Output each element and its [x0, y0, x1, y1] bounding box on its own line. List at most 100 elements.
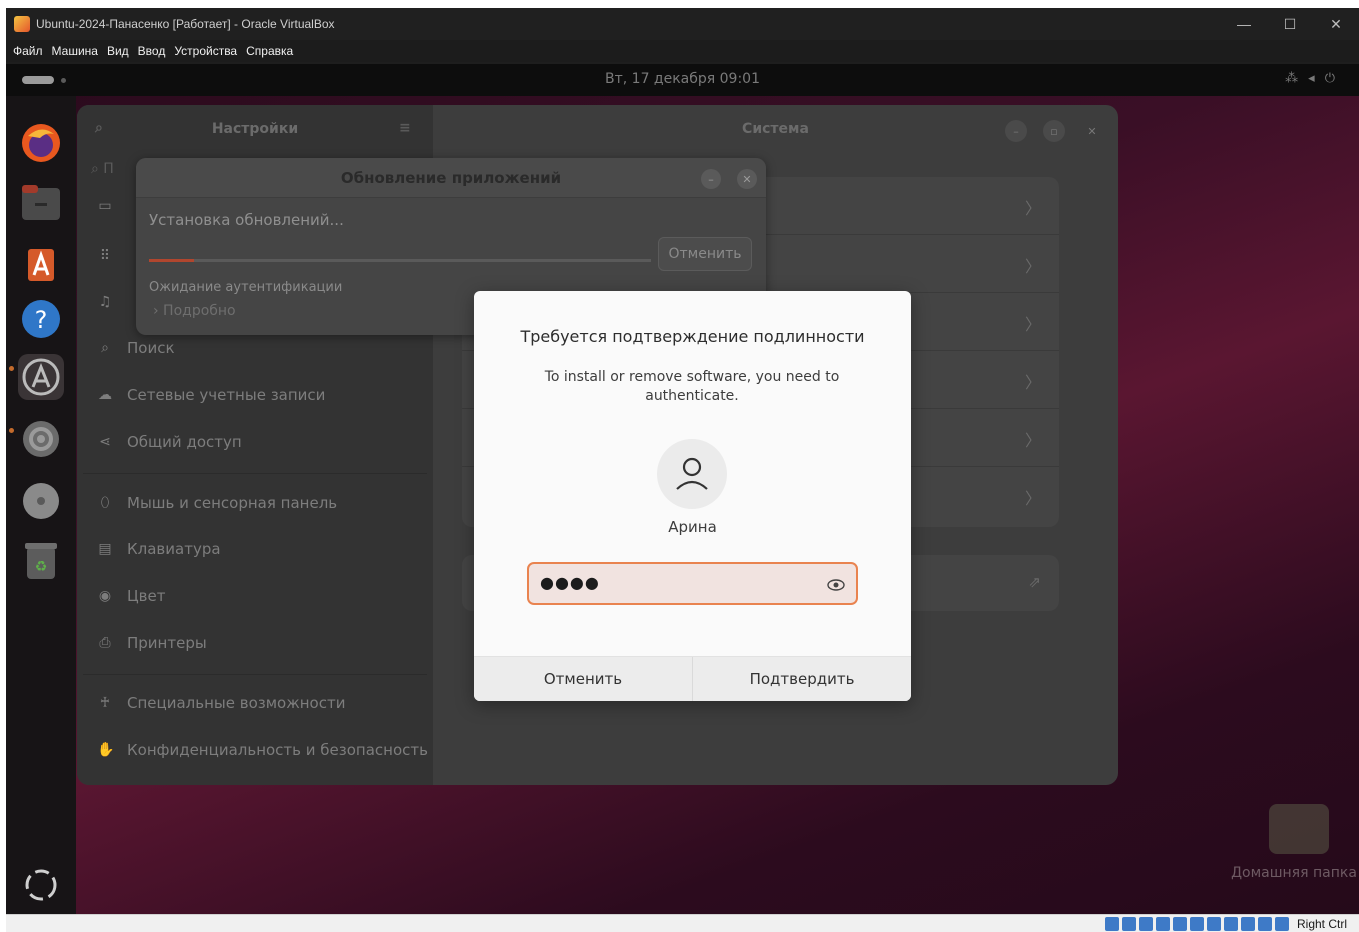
optical-drive-icon[interactable] — [1122, 917, 1136, 931]
sidebar-item-search[interactable]: ⌕ Поиск — [97, 336, 175, 360]
sidebar-item-keyboard[interactable]: ▤ Клавиатура — [97, 537, 220, 561]
show-password-icon[interactable] — [826, 575, 846, 595]
cloud-icon: ☁ — [98, 387, 112, 403]
hamburger-menu-icon[interactable]: ≡ — [399, 120, 411, 136]
app-center-icon[interactable] — [18, 240, 64, 286]
display-icon[interactable] — [1207, 917, 1221, 931]
share-icon: ⋖ — [99, 434, 111, 450]
password-input[interactable]: ●●●● — [540, 573, 600, 592]
volume-icon: ◂ — [1308, 71, 1325, 86]
system-tray[interactable]: ⁂◂⏻ — [1285, 71, 1345, 86]
menu-machine[interactable]: Машина — [52, 44, 98, 58]
search-field[interactable]: ⌕ П — [91, 161, 114, 177]
auth-dialog: Требуется подтверждение подлинности To i… — [474, 291, 911, 701]
sidebar-item-label: Поиск — [127, 339, 175, 357]
sidebar-item-mouse[interactable]: ⬯ Мышь и сенсорная панель — [97, 491, 338, 515]
menu-input[interactable]: Ввод — [138, 44, 166, 58]
disc-icon[interactable] — [18, 478, 64, 524]
close-icon[interactable]: ✕ — [1313, 8, 1359, 40]
trash-icon[interactable]: ♻ — [18, 538, 64, 584]
virtualbox-icon — [14, 16, 30, 32]
guest-screen: Вт, 17 декабря 09:01 ⁂◂⏻ ? ♻ Домашняя па… — [6, 64, 1359, 914]
home-folder-label[interactable]: Домашняя папка — [1229, 865, 1359, 881]
clock[interactable]: Вт, 17 декабря 09:01 — [6, 71, 1359, 87]
sidebar-item-label: Специальные возможности — [127, 694, 346, 712]
sidebar-item-label: Принтеры — [127, 634, 207, 652]
audio-icon[interactable] — [1139, 917, 1153, 931]
update-step-label: Установка обновлений... — [149, 211, 344, 229]
update-progress-bar — [149, 259, 651, 262]
search-icon: ⌕ — [101, 340, 109, 356]
auth-cancel-button[interactable]: Отменить — [474, 657, 692, 701]
update-cancel-button[interactable]: Отменить — [658, 237, 752, 271]
home-folder-icon[interactable] — [1269, 804, 1329, 854]
sidebar-item-label: Цвет — [127, 587, 166, 605]
maximize-icon[interactable]: ☐ — [1267, 8, 1313, 40]
cpu-icon[interactable] — [1241, 917, 1255, 931]
update-dialog-title: Обновление приложений — [340, 169, 562, 187]
chevron-right-icon: 〉 — [1024, 257, 1041, 276]
network-icon[interactable] — [1156, 917, 1170, 931]
vbox-title-bar: Ubuntu-2024-Панасенко [Работает] - Oracl… — [6, 8, 1359, 40]
network-icon: ⁂ — [1285, 71, 1309, 86]
files-icon[interactable] — [18, 180, 64, 226]
menu-devices[interactable]: Устройства — [174, 44, 237, 58]
menu-help[interactable]: Справка — [246, 44, 293, 58]
svg-text:♻: ♻ — [35, 559, 48, 575]
sidebar-item-color[interactable]: ◉ Цвет — [97, 584, 166, 608]
close-icon[interactable]: ✕ — [737, 169, 757, 189]
menu-file[interactable]: Файл — [13, 44, 43, 58]
sidebar-item-accessibility[interactable]: ♰ Специальные возможности — [97, 691, 346, 715]
sidebar-header: ⌕ Настройки ≡ — [77, 105, 433, 155]
shared-folders-icon[interactable] — [1190, 917, 1204, 931]
auth-button-row: Отменить Подтвердить — [474, 656, 911, 701]
vbox-status-icons — [1105, 917, 1289, 931]
user-icon — [676, 457, 708, 490]
help-icon[interactable]: ? — [18, 296, 64, 342]
running-indicator — [9, 366, 14, 371]
minimize-icon[interactable]: – — [1005, 120, 1027, 142]
sidebar-item-apps[interactable]: ⠿ — [97, 244, 127, 268]
sidebar-item-label: Конфиденциальность и безопасность — [127, 741, 428, 759]
auth-confirm-button[interactable]: Подтвердить — [692, 657, 911, 701]
update-status: Ожидание аутентификации — [149, 280, 343, 295]
show-apps-icon[interactable] — [18, 862, 64, 908]
minimize-icon[interactable]: – — [701, 169, 721, 189]
sidebar-divider — [83, 674, 427, 675]
sidebar-item-online-accounts[interactable]: ☁ Сетевые учетные записи — [97, 383, 325, 407]
chevron-right-icon: 〉 — [1024, 431, 1041, 450]
keyboard-capture-icon[interactable] — [1275, 917, 1289, 931]
search-input[interactable]: П — [103, 161, 114, 177]
password-field[interactable]: ●●●● — [527, 562, 858, 605]
sidebar-title: Настройки — [211, 121, 299, 137]
mouse-icon: ⬯ — [100, 495, 110, 511]
firefox-icon[interactable] — [18, 120, 64, 166]
avatar — [657, 439, 727, 509]
chevron-right-icon: 〉 — [1024, 199, 1041, 218]
keyboard-icon: ▤ — [98, 541, 112, 557]
menu-view[interactable]: Вид — [107, 44, 129, 58]
maximize-icon[interactable]: ▫ — [1043, 120, 1065, 142]
minimize-icon[interactable]: — — [1221, 8, 1267, 40]
close-icon[interactable]: ✕ — [1081, 120, 1103, 142]
sidebar-item-sharing[interactable]: ⋖ Общий доступ — [97, 430, 242, 454]
vbox-status-bar: Right Ctrl — [6, 914, 1359, 932]
mouse-integration-icon[interactable] — [1258, 917, 1272, 931]
external-link-icon: ⇗ — [1028, 573, 1041, 591]
update-details-expander[interactable]: › Подробно — [153, 303, 236, 319]
software-updater-icon[interactable] — [18, 354, 64, 400]
hard-disk-icon[interactable] — [1105, 917, 1119, 931]
sidebar-item-label: Сетевые учетные записи — [127, 386, 326, 404]
sidebar-item-privacy[interactable]: ✋ Конфиденциальность и безопасность — [97, 738, 428, 762]
sidebar-item-printers[interactable]: ⎙ Принтеры — [97, 631, 207, 655]
usb-icon[interactable] — [1173, 917, 1187, 931]
gnome-top-bar: Вт, 17 декабря 09:01 ⁂◂⏻ — [6, 64, 1359, 96]
sidebar-item-displays[interactable]: ▭ — [97, 194, 127, 218]
auth-user-name: Арина — [668, 518, 717, 536]
display-icon: ▭ — [98, 198, 112, 214]
settings-icon[interactable] — [18, 416, 64, 462]
recording-icon[interactable] — [1224, 917, 1238, 931]
sidebar-item-label: Общий доступ — [127, 433, 242, 451]
update-progress-fill — [149, 259, 195, 262]
sidebar-item-notifications[interactable]: ♫ — [97, 290, 127, 314]
